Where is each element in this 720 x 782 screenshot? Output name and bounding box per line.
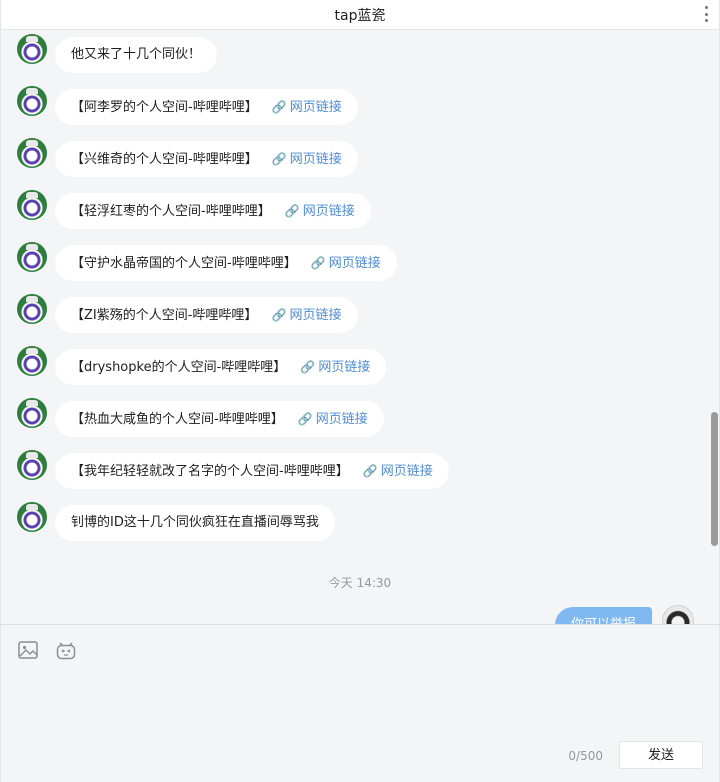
web-link[interactable]: 🔗 网页链接 bbox=[272, 308, 342, 323]
message-text: 【我年纪轻轻就改了名字的个人空间-哔哩哔哩】 bbox=[71, 464, 349, 479]
message-item: 【ZI紫殇的个人空间-哔哩哔哩】 🔗 网页链接 bbox=[17, 294, 358, 333]
sender-avatar[interactable] bbox=[17, 450, 47, 480]
message-bubble: 【我年纪轻轻就改了名字的个人空间-哔哩哔哩】 🔗 网页链接 bbox=[55, 453, 449, 489]
timestamp: 今天 14:30 bbox=[328, 576, 392, 590]
web-link[interactable]: 🔗 网页链接 bbox=[298, 412, 368, 427]
message-item: 【dryshopke的个人空间-哔哩哔哩】 🔗 网页链接 bbox=[17, 346, 387, 385]
link-icon: 🔗 bbox=[284, 204, 300, 218]
link-icon: 🔗 bbox=[271, 100, 287, 114]
web-link[interactable]: 🔗 网页链接 bbox=[272, 100, 342, 115]
link-icon: 🔗 bbox=[297, 412, 313, 426]
message-text: 钊博的ID这十几个同伙疯狂在直播间辱骂我 bbox=[71, 515, 319, 530]
message-bubble: 【ZI紫殇的个人空间-哔哩哔哩】 🔗 网页链接 bbox=[55, 297, 358, 333]
self-message-bubble: 你可以举报 bbox=[554, 607, 652, 624]
link-icon: 🔗 bbox=[300, 360, 316, 374]
message-text: 【dryshopke的个人空间-哔哩哔哩】 bbox=[71, 360, 287, 375]
sender-avatar[interactable] bbox=[17, 242, 47, 272]
web-link-label: 网页链接 bbox=[289, 152, 342, 167]
message-bubble: 【守护水晶帝国的个人空间-哔哩哔哩】 🔗 网页链接 bbox=[55, 245, 397, 281]
sender-avatar[interactable] bbox=[17, 138, 47, 168]
send-button[interactable]: 发送 bbox=[619, 741, 703, 769]
link-icon: 🔗 bbox=[362, 464, 378, 478]
message-bubble: 【阿李罗的个人空间-哔哩哔哩】 🔗 网页链接 bbox=[55, 89, 358, 125]
message-text: 他又来了十几个同伙！ bbox=[71, 47, 202, 62]
web-link-label: 网页链接 bbox=[318, 360, 371, 375]
composer-toolbar bbox=[17, 639, 77, 661]
chat-title: tap蓝瓷 bbox=[334, 7, 386, 24]
message-item: 【守护水晶帝国的个人空间-哔哩哔哩】 🔗 网页链接 bbox=[17, 242, 397, 281]
composer: 0/500 发送 bbox=[1, 624, 719, 782]
message-bubble: 【热血大咸鱼的个人空间-哔哩哔哩】 🔗 网页链接 bbox=[55, 401, 384, 437]
link-icon: 🔗 bbox=[310, 256, 326, 270]
link-icon: 🔗 bbox=[271, 308, 287, 322]
self-avatar[interactable] bbox=[662, 605, 694, 624]
message-text: 【阿李罗的个人空间-哔哩哔哩】 bbox=[71, 100, 258, 115]
sender-avatar[interactable] bbox=[17, 398, 47, 428]
char-counter: 0/500 bbox=[568, 749, 603, 763]
web-link-label: 网页链接 bbox=[289, 100, 342, 115]
web-link[interactable]: 🔗 网页链接 bbox=[363, 464, 433, 479]
image-icon[interactable] bbox=[17, 639, 39, 661]
web-link[interactable]: 🔗 网页链接 bbox=[311, 256, 381, 271]
web-link[interactable]: 🔗 网页链接 bbox=[285, 204, 355, 219]
web-link-label: 网页链接 bbox=[289, 308, 342, 323]
message-list[interactable]: 他又来了十几个同伙！ 【阿李罗的个人空间-哔哩哔哩】 🔗 网页链接 【兴维奇的个人… bbox=[1, 30, 719, 624]
message-text: 【兴维奇的个人空间-哔哩哔哩】 bbox=[71, 152, 258, 167]
title-bar: tap蓝瓷 bbox=[1, 0, 719, 30]
message-bubble: 【dryshopke的个人空间-哔哩哔哩】 🔗 网页链接 bbox=[55, 349, 387, 385]
emoji-icon[interactable] bbox=[55, 639, 77, 661]
message-item: 【兴维奇的个人空间-哔哩哔哩】 🔗 网页链接 bbox=[17, 138, 358, 177]
sender-avatar[interactable] bbox=[17, 34, 47, 64]
link-icon: 🔗 bbox=[271, 152, 287, 166]
sender-avatar[interactable] bbox=[17, 190, 47, 220]
message-bubble: 【兴维奇的个人空间-哔哩哔哩】 🔗 网页链接 bbox=[55, 141, 358, 177]
message-text: 【热血大咸鱼的个人空间-哔哩哔哩】 bbox=[71, 412, 284, 427]
self-message-item: 你可以举报 bbox=[554, 605, 694, 624]
web-link-label: 网页链接 bbox=[315, 412, 368, 427]
web-link[interactable]: 🔗 网页链接 bbox=[300, 360, 370, 375]
message-text: 【轻浮红枣的个人空间-哔哩哔哩】 bbox=[71, 204, 271, 219]
sender-avatar[interactable] bbox=[17, 86, 47, 116]
message-bubble: 钊博的ID这十几个同伙疯狂在直播间辱骂我 bbox=[55, 505, 335, 541]
sender-avatar[interactable] bbox=[17, 502, 47, 532]
message-item: 他又来了十几个同伙！ bbox=[17, 34, 218, 73]
message-item: 【轻浮红枣的个人空间-哔哩哔哩】 🔗 网页链接 bbox=[17, 190, 371, 229]
sender-avatar[interactable] bbox=[17, 346, 47, 376]
chat-window: tap蓝瓷 他又来了十几个同伙！ 【阿李罗的个人空间-哔哩哔哩】 🔗 网页链接 【… bbox=[0, 0, 720, 782]
message-item: 【阿李罗的个人空间-哔哩哔哩】 🔗 网页链接 bbox=[17, 86, 358, 125]
scrollbar-thumb[interactable] bbox=[711, 412, 718, 546]
message-text: 【守护水晶帝国的个人空间-哔哩哔哩】 bbox=[71, 256, 297, 271]
sender-avatar[interactable] bbox=[17, 294, 47, 324]
web-link-label: 网页链接 bbox=[328, 256, 381, 271]
web-link-label: 网页链接 bbox=[302, 204, 355, 219]
message-item: 【热血大咸鱼的个人空间-哔哩哔哩】 🔗 网页链接 bbox=[17, 398, 384, 437]
web-link-label: 网页链接 bbox=[380, 464, 433, 479]
message-item: 【我年纪轻轻就改了名字的个人空间-哔哩哔哩】 🔗 网页链接 bbox=[17, 450, 449, 489]
message-bubble: 【轻浮红枣的个人空间-哔哩哔哩】 🔗 网页链接 bbox=[55, 193, 371, 229]
more-menu-icon[interactable] bbox=[703, 6, 709, 22]
message-text: 【ZI紫殇的个人空间-哔哩哔哩】 bbox=[71, 308, 258, 323]
web-link[interactable]: 🔗 网页链接 bbox=[272, 152, 342, 167]
message-item: 钊博的ID这十几个同伙疯狂在直播间辱骂我 bbox=[17, 502, 335, 541]
message-bubble: 他又来了十几个同伙！ bbox=[55, 37, 218, 73]
